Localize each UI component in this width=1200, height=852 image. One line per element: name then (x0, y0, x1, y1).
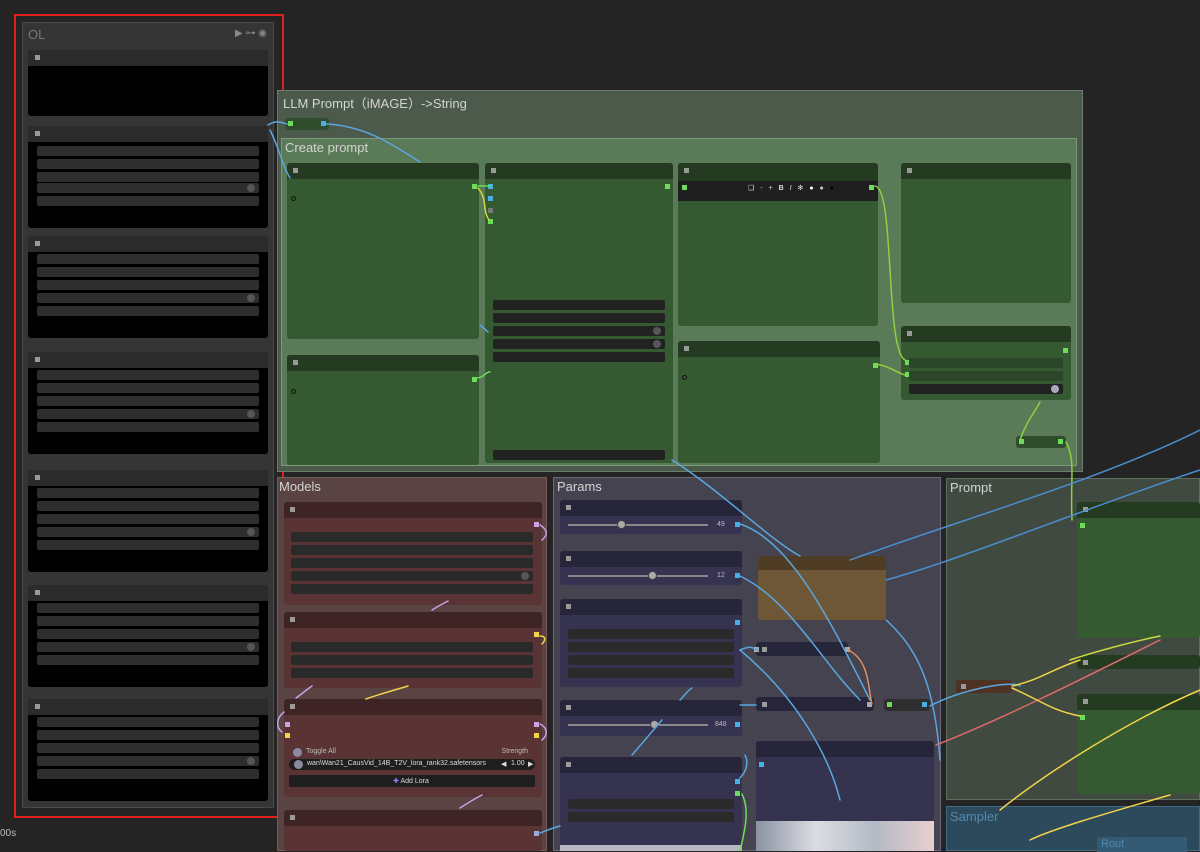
link (679, 687, 693, 701)
link (739, 649, 841, 801)
link (739, 523, 871, 701)
link (1069, 635, 1161, 661)
link (739, 754, 748, 779)
link (269, 129, 291, 179)
link (277, 711, 285, 733)
link (1029, 794, 1171, 841)
node-links (267, 121, 1200, 851)
link (1019, 401, 1041, 441)
link (929, 683, 1021, 707)
link (885, 619, 941, 761)
link (459, 794, 483, 809)
link (539, 524, 547, 541)
link (1065, 441, 1073, 521)
link (935, 639, 1161, 746)
link (431, 600, 449, 611)
link (1011, 687, 1081, 717)
link (539, 825, 561, 834)
link (539, 635, 546, 645)
link (479, 324, 489, 333)
link (874, 363, 906, 376)
link (874, 185, 906, 361)
link (365, 685, 409, 700)
link (885, 469, 1200, 581)
link (739, 575, 861, 701)
link (849, 429, 1200, 561)
link (295, 685, 313, 699)
link (1011, 659, 1081, 687)
link (739, 646, 759, 651)
link (475, 371, 491, 379)
link (267, 121, 288, 126)
link (999, 689, 1200, 811)
link (325, 123, 421, 163)
link (631, 719, 663, 756)
link (671, 459, 801, 557)
link (739, 793, 747, 851)
link (477, 187, 490, 221)
link (539, 723, 547, 741)
